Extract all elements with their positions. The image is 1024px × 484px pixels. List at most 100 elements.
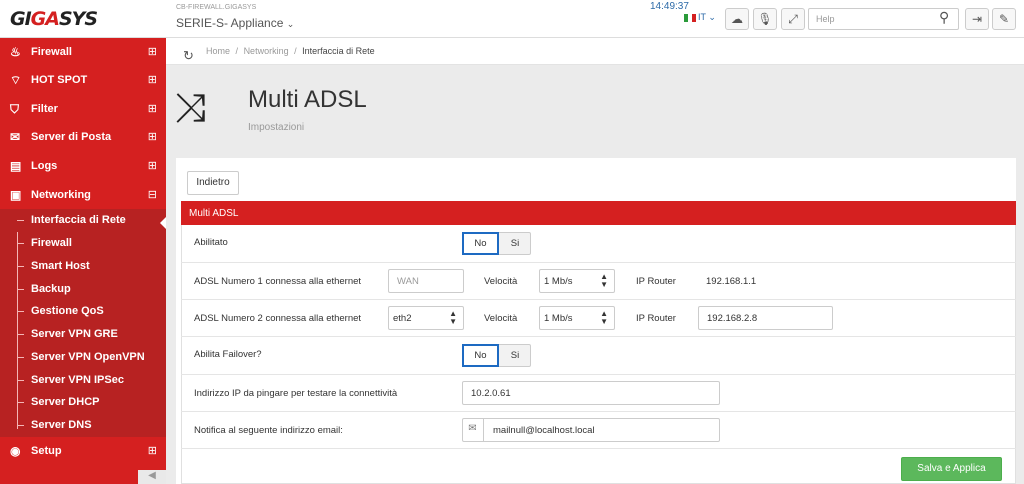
adsl1-label: ADSL Numero 1 connessa alla ethernet xyxy=(194,276,362,287)
failover-no-option[interactable]: No xyxy=(462,344,499,367)
sidebar-subitem-smart-host[interactable]: Smart Host xyxy=(0,255,166,278)
top-bar: GIGASYS CB-FIREWALL.GIGASYS SERIE-S- App… xyxy=(0,0,1024,38)
adsl2-speed-select[interactable]: 1 Mb/s ▲ ▼ xyxy=(539,306,615,330)
expand-icon: ⊞ xyxy=(147,74,157,86)
ping-label: Indirizzo IP da pingare per testare la c… xyxy=(194,388,398,399)
tools-button[interactable]: ✎ xyxy=(992,8,1016,30)
page-title: Multi ADSL xyxy=(248,86,367,113)
save-apply-button[interactable]: Salva e Applica xyxy=(901,457,1002,481)
expand-icon: ⊞ xyxy=(147,160,157,172)
ping-ip-input[interactable]: 10.2.0.61 xyxy=(462,381,720,405)
setup-icon: ◉ xyxy=(10,444,21,458)
microphone-icon: 🎙 xyxy=(757,12,773,26)
enabled-no-option[interactable]: No xyxy=(462,232,499,255)
select-arrows-icon: ▲ ▼ xyxy=(600,272,608,289)
expand-icon: ⊞ xyxy=(147,445,157,457)
sidebar: ♨ Firewall ⊞ ⌔ HOT SPOT ⊞ ⛉ Filter ⊞ ✉ Server d… xyxy=(0,38,166,484)
appliance-selector[interactable]: SERIE-S- Appliance ⌄ xyxy=(176,16,294,30)
adsl1-speed-label: Velocità xyxy=(484,276,518,287)
enabled-label: Abilitato xyxy=(194,237,228,248)
mic-button[interactable]: 🎙 xyxy=(753,8,777,30)
adsl1-interface-input[interactable]: WAN xyxy=(388,269,464,293)
expand-icon: ⊞ xyxy=(147,131,157,143)
envelope-icon: ✉ xyxy=(462,418,484,441)
tools-icon: ✎ xyxy=(998,12,1010,26)
enabled-si-option[interactable]: Si xyxy=(499,233,531,254)
fullscreen-icon: ⤢ xyxy=(788,11,798,26)
search-icon[interactable]: ⚲ xyxy=(939,9,949,26)
sidebar-subitem-firewall[interactable]: Firewall xyxy=(0,232,166,255)
sidebar-item-filter[interactable]: ⛉ Filter ⊞ xyxy=(0,95,166,123)
logout-button[interactable]: ⇥ xyxy=(965,8,989,30)
wifi-icon: ⌔ xyxy=(10,73,22,87)
sidebar-collapse-button[interactable]: ◀ xyxy=(138,470,166,484)
sidebar-subitem-dns[interactable]: Server DNS xyxy=(0,414,166,437)
language-code: IT xyxy=(698,12,706,22)
enabled-toggle[interactable]: No Si xyxy=(462,232,531,255)
notify-email-input[interactable]: mailnull@localhost.local xyxy=(462,418,720,442)
italy-flag-icon xyxy=(684,13,696,22)
page-subtitle: Impostazioni xyxy=(248,122,305,133)
sidebar-subitem-dhcp[interactable]: Server DHCP xyxy=(0,391,166,414)
form-row-failover xyxy=(181,337,1016,375)
breadcrumb: Home / Networking / Interfaccia di Rete xyxy=(206,46,375,56)
sidebar-item-mail-server[interactable]: ✉ Server di Posta ⊞ xyxy=(0,123,166,151)
chevron-down-icon: ⌄ xyxy=(286,19,295,29)
failover-label: Abilita Failover? xyxy=(194,349,262,360)
language-selector[interactable]: IT ⌄ xyxy=(684,12,716,23)
fire-icon: ♨ xyxy=(10,45,21,59)
back-button[interactable]: Indietro xyxy=(187,171,239,195)
failover-toggle[interactable]: No Si xyxy=(462,344,531,367)
adsl2-router-label: IP Router xyxy=(636,313,676,324)
hostname: CB-FIREWALL.GIGASYS xyxy=(176,4,257,11)
sidebar-subitem-vpn-openvpn[interactable]: Server VPN OpenVPN xyxy=(0,346,166,369)
expand-icon: ⊞ xyxy=(147,103,157,115)
adsl2-speed-label: Velocità xyxy=(484,313,518,324)
fullscreen-button[interactable]: ⤢ xyxy=(781,8,805,30)
collapse-icon: ⊟ xyxy=(147,189,157,201)
sidebar-subitem-vpn-ipsec[interactable]: Server VPN IPSec xyxy=(0,369,166,392)
sidebar-item-firewall[interactable]: ♨ Firewall ⊞ xyxy=(0,38,166,66)
form-row-enabled xyxy=(181,225,1016,263)
select-arrows-icon: ▲ ▼ xyxy=(600,309,608,326)
logout-icon: ⇥ xyxy=(971,12,983,26)
breadcrumb-current: Interfaccia di Rete xyxy=(302,46,375,56)
shield-icon: ⛉ xyxy=(10,102,20,116)
logo: GIGASYS xyxy=(10,8,98,30)
sidebar-subitem-vpn-gre[interactable]: Server VPN GRE xyxy=(0,323,166,346)
adsl1-speed-select[interactable]: 1 Mb/s ▲ ▼ xyxy=(539,269,615,293)
refresh-icon[interactable]: ↻ xyxy=(183,48,194,64)
clock: 14:49:37 xyxy=(650,1,689,12)
sidebar-item-setup[interactable]: ◉ Setup ⊞ xyxy=(0,437,166,465)
cloud-icon: ☁ xyxy=(731,12,743,26)
logs-icon: ▤ xyxy=(10,159,22,173)
adsl1-router-label: IP Router xyxy=(636,276,676,287)
networking-submenu: Interfaccia di Rete Firewall Smart Host … xyxy=(0,209,166,437)
chevron-down-icon: ⌄ xyxy=(708,12,716,22)
help-search-input[interactable]: Help xyxy=(808,8,959,30)
active-item-caret xyxy=(160,217,166,229)
notify-label: Notifica al seguente indirizzo email: xyxy=(194,425,343,436)
sidebar-item-logs[interactable]: ▤ Logs ⊞ xyxy=(0,152,166,180)
sidebar-subitem-interfaccia-di-rete[interactable]: Interfaccia di Rete xyxy=(0,209,166,232)
adsl2-interface-select[interactable]: eth2 ▲ ▼ xyxy=(388,306,464,330)
sidebar-subitem-qos[interactable]: Gestione QoS xyxy=(0,300,166,323)
network-icon: ▣ xyxy=(10,188,22,202)
adsl1-router-value: 192.168.1.1 xyxy=(706,276,757,287)
breadcrumb-home[interactable]: Home xyxy=(206,46,230,56)
panel-title: Multi ADSL xyxy=(181,201,1016,225)
appliance-name: SERIE-S- Appliance xyxy=(176,16,284,30)
cloud-button[interactable]: ☁ xyxy=(725,8,749,30)
sidebar-subitem-backup[interactable]: Backup xyxy=(0,278,166,301)
breadcrumb-networking[interactable]: Networking xyxy=(244,46,289,56)
expand-icon: ⊞ xyxy=(147,46,157,58)
sidebar-item-networking[interactable]: ▣ Networking ⊟ xyxy=(0,181,166,209)
sidebar-item-hotspot[interactable]: ⌔ HOT SPOT ⊞ xyxy=(0,66,166,94)
adsl2-label: ADSL Numero 2 connessa alla ethernet xyxy=(194,313,362,324)
mail-icon: ✉ xyxy=(10,130,21,144)
chevron-left-icon: ◀ xyxy=(148,470,156,481)
adsl2-router-input[interactable]: 192.168.2.8 xyxy=(698,306,833,330)
shuffle-icon: ⤨ xyxy=(174,86,206,130)
failover-si-option[interactable]: Si xyxy=(499,345,531,366)
select-arrows-icon: ▲ ▼ xyxy=(449,309,457,326)
